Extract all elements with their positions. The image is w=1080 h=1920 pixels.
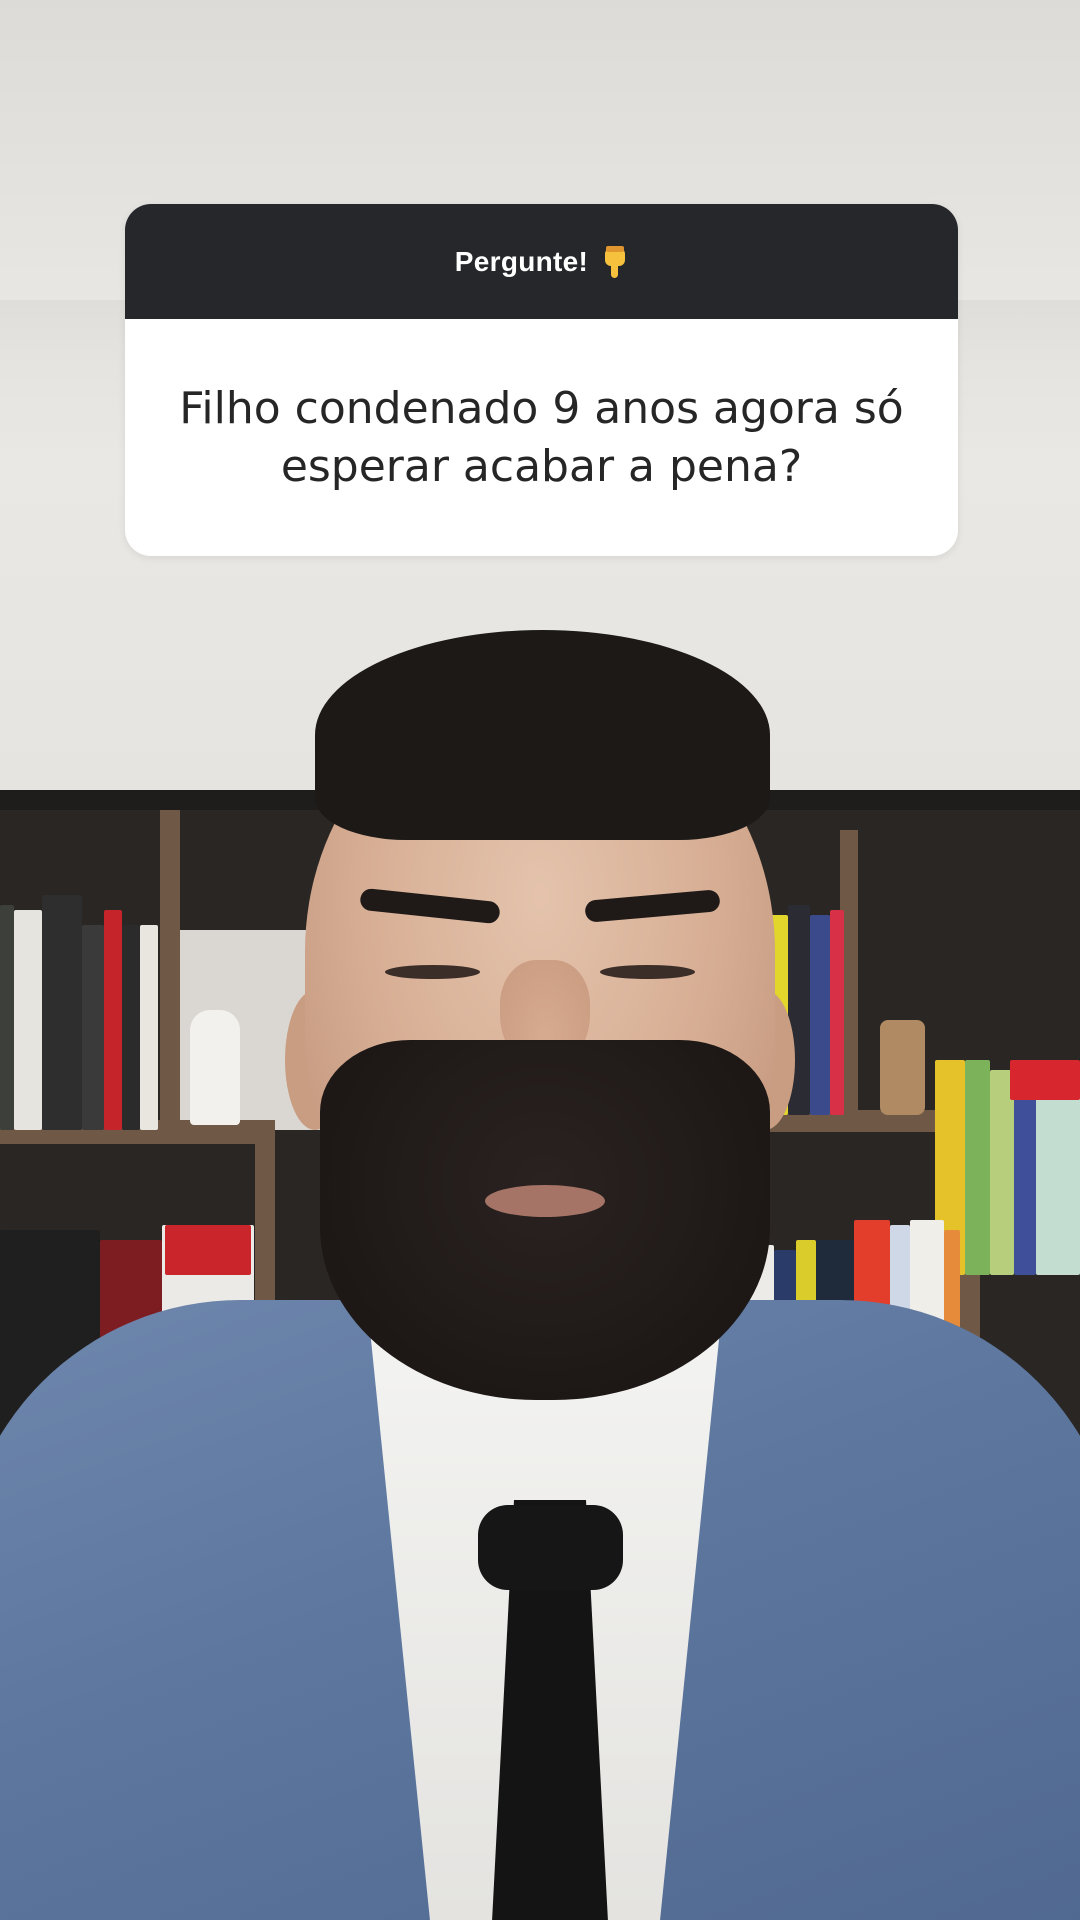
diffuser-bottle <box>880 1020 925 1115</box>
book <box>140 925 158 1130</box>
pointing-down-icon <box>602 244 628 280</box>
left-eye <box>385 965 480 979</box>
hair <box>315 630 770 840</box>
book <box>965 1060 990 1275</box>
question-text: Filho condenado 9 anos agora só esperar … <box>179 382 904 492</box>
question-sticker-header: Pergunte! <box>125 204 958 319</box>
book-label <box>165 1225 251 1275</box>
right-eye <box>600 965 695 979</box>
mouth <box>485 1185 605 1217</box>
question-sticker[interactable]: Pergunte! Filho condenado 9 anos agora s… <box>125 204 958 556</box>
question-sticker-body: Filho condenado 9 anos agora só esperar … <box>125 319 958 556</box>
book <box>82 925 104 1130</box>
book <box>0 905 14 1130</box>
book <box>1036 1080 1080 1275</box>
beard <box>320 1040 770 1400</box>
story-video-frame: Pergunte! Filho condenado 9 anos agora s… <box>0 0 1080 1920</box>
book <box>42 895 82 1130</box>
book <box>810 915 830 1115</box>
book <box>122 925 140 1130</box>
question-sticker-title: Pergunte! <box>454 245 589 277</box>
book <box>14 910 42 1130</box>
book <box>104 910 122 1130</box>
box <box>1010 1060 1080 1100</box>
figurine <box>190 1010 240 1125</box>
book <box>990 1070 1014 1275</box>
book <box>830 910 844 1115</box>
tie-knot <box>478 1505 623 1590</box>
shelf-divider <box>160 810 180 1130</box>
